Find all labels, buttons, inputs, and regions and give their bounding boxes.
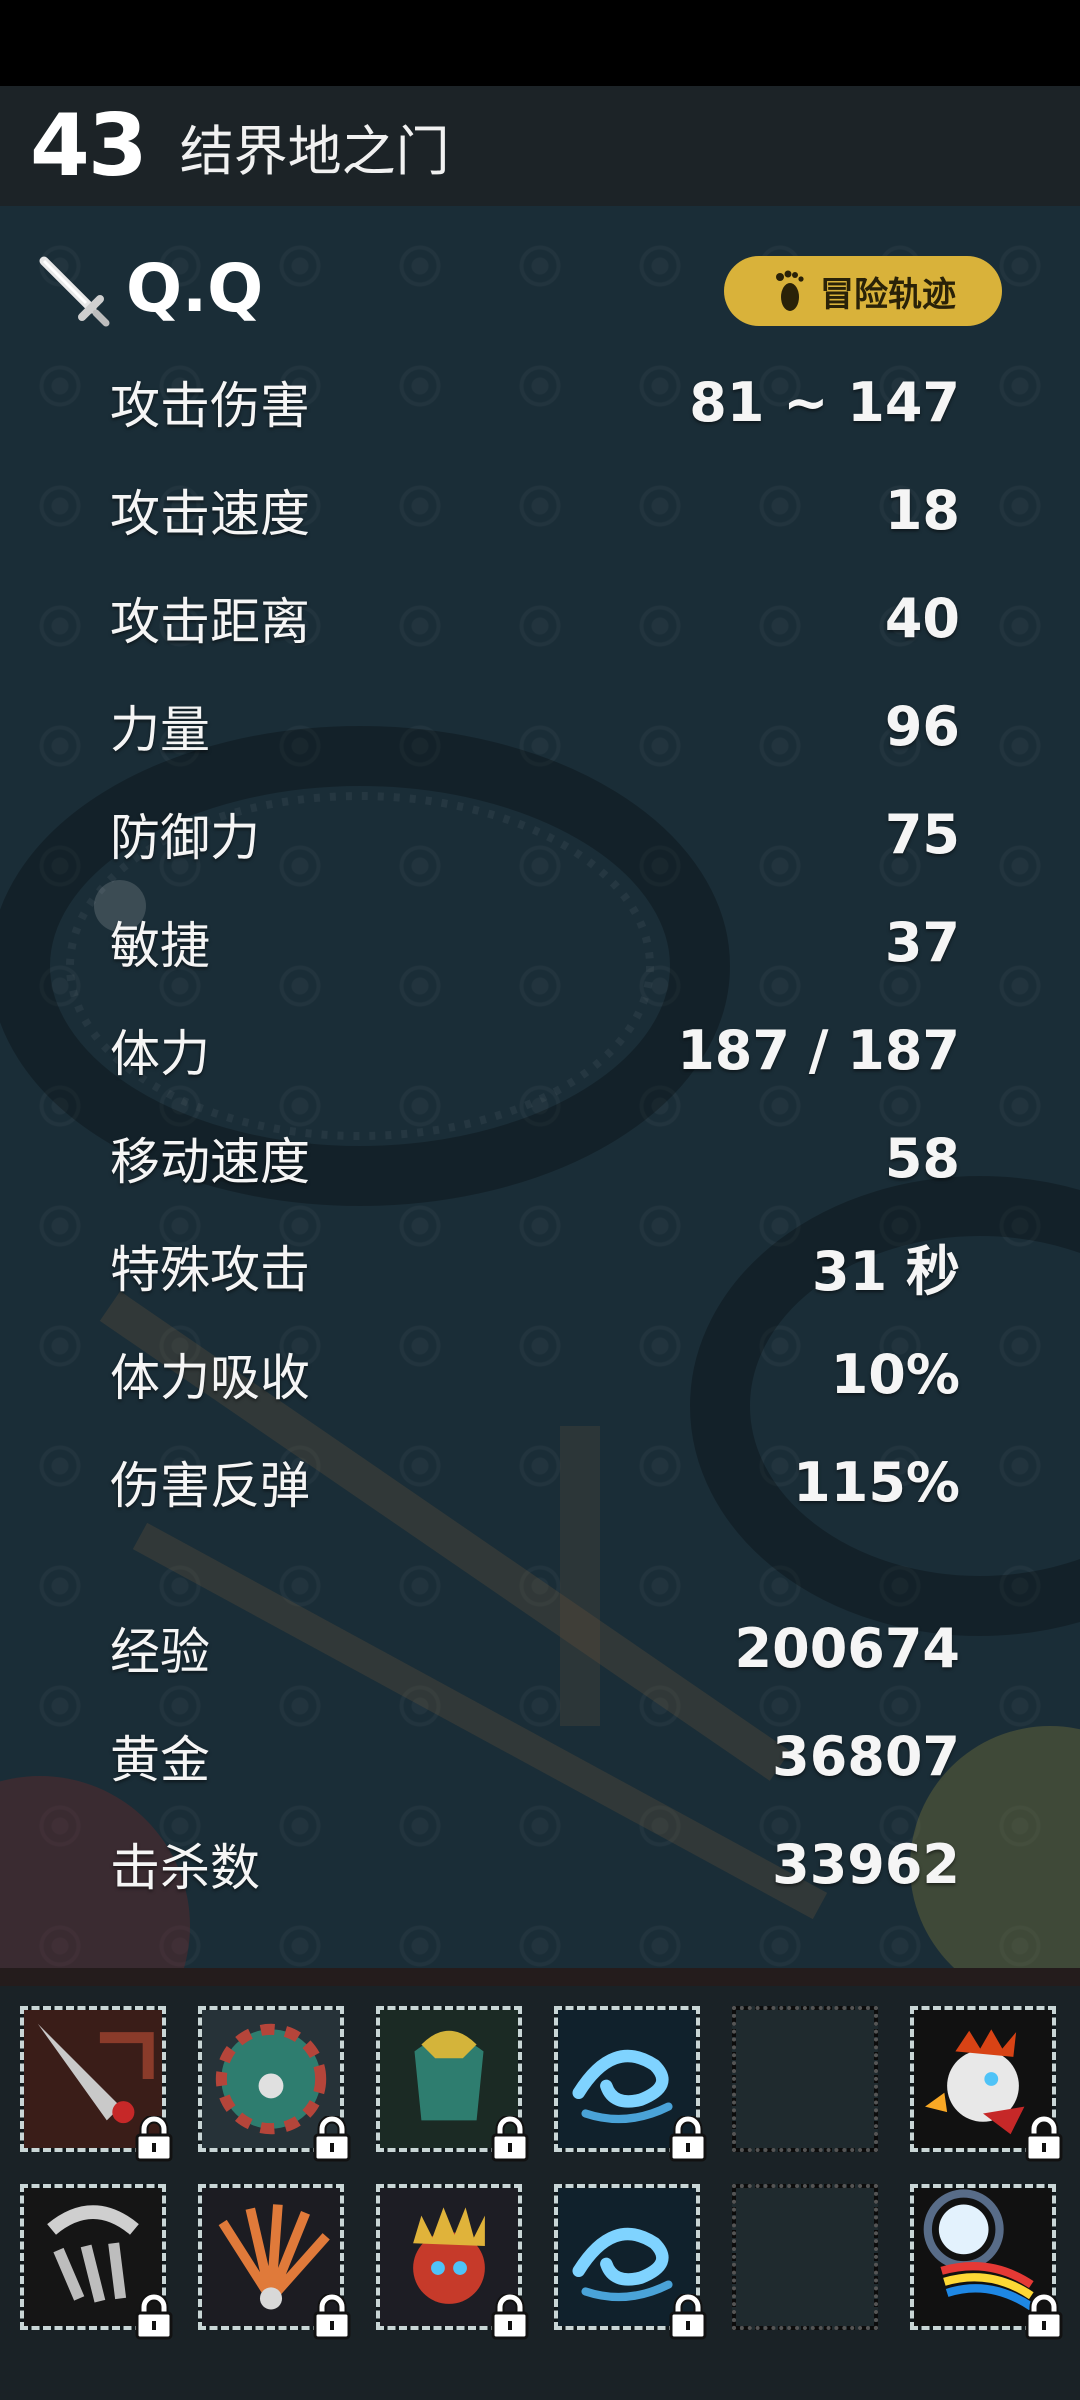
total-label: 经验 bbox=[110, 1623, 210, 1681]
skill-slot[interactable] bbox=[376, 2184, 529, 2340]
lock-icon bbox=[669, 2116, 707, 2162]
total-label: 击杀数 bbox=[110, 1839, 260, 1897]
stat-row: 攻击速度 18 bbox=[110, 456, 960, 564]
lock-icon bbox=[135, 2294, 173, 2340]
stat-row: 攻击距离 40 bbox=[110, 564, 960, 672]
total-label: 黄金 bbox=[110, 1731, 210, 1789]
sword-icon bbox=[39, 256, 110, 326]
skill-slot[interactable] bbox=[910, 2006, 1063, 2162]
skill-slot[interactable] bbox=[910, 2184, 1063, 2340]
player-name: Q.Q bbox=[126, 250, 264, 327]
stat-value: 75 bbox=[884, 802, 960, 866]
stat-label: 攻击速度 bbox=[110, 485, 310, 543]
skill-slot[interactable] bbox=[554, 2006, 707, 2162]
stat-value: 31 秒 bbox=[812, 1239, 960, 1303]
stat-row: 体力吸收 10% bbox=[110, 1320, 960, 1428]
skill-slot[interactable] bbox=[20, 2184, 173, 2340]
stat-row: 体力 187 / 187 bbox=[110, 996, 960, 1104]
empty-skill-slot[interactable] bbox=[732, 2184, 878, 2330]
stat-label: 体力 bbox=[110, 1025, 210, 1083]
stat-label: 攻击伤害 bbox=[110, 377, 310, 435]
stat-value: 58 bbox=[884, 1126, 960, 1190]
total-row: 击杀数 33962 bbox=[110, 1810, 960, 1918]
stat-row: 移动速度 58 bbox=[110, 1104, 960, 1212]
adventure-trail-button[interactable]: 冒险轨迹 bbox=[724, 256, 1002, 326]
lock-icon bbox=[313, 2116, 351, 2162]
stat-value: 96 bbox=[884, 694, 960, 758]
empty-skill-slot[interactable] bbox=[732, 2006, 878, 2152]
stat-value: 40 bbox=[884, 586, 960, 650]
skill-slot[interactable] bbox=[198, 2184, 351, 2340]
total-row: 黄金 36807 bbox=[110, 1702, 960, 1810]
divider bbox=[0, 1968, 1080, 1986]
stat-label: 伤害反弹 bbox=[110, 1457, 310, 1515]
stat-label: 敏捷 bbox=[110, 917, 210, 975]
lock-icon bbox=[1025, 2116, 1063, 2162]
status-bar bbox=[0, 0, 1080, 86]
lock-icon bbox=[491, 2294, 529, 2340]
stat-value: 37 bbox=[884, 910, 960, 974]
skill-slot[interactable] bbox=[20, 2006, 173, 2162]
stat-row: 敏捷 37 bbox=[110, 888, 960, 996]
stat-label: 力量 bbox=[110, 701, 210, 759]
adventure-trail-label: 冒险轨迹 bbox=[820, 274, 956, 315]
character-stats-panel: Q.Q 冒险轨迹 攻击伤害 81 ~ 147 攻击速度 18 攻击距离 40 力量 96 防御力… bbox=[0, 206, 1080, 1968]
skill-slot[interactable] bbox=[376, 2006, 529, 2162]
stat-value: 10% bbox=[830, 1342, 960, 1406]
level-header: 43 结界地之门 bbox=[0, 86, 1080, 206]
stat-label: 攻击距离 bbox=[110, 593, 310, 651]
lock-icon bbox=[313, 2294, 351, 2340]
stat-row: 防御力 75 bbox=[110, 780, 960, 888]
lock-icon bbox=[135, 2116, 173, 2162]
stat-label: 体力吸收 bbox=[110, 1349, 310, 1407]
player-info: Q.Q bbox=[34, 250, 263, 327]
level-number: 43 bbox=[30, 96, 148, 196]
stat-row: 力量 96 bbox=[110, 672, 960, 780]
stat-value: 18 bbox=[884, 478, 960, 542]
stat-row: 特殊攻击 31 秒 bbox=[110, 1212, 960, 1320]
lock-icon bbox=[1025, 2294, 1063, 2340]
lock-icon bbox=[669, 2294, 707, 2340]
stat-label: 防御力 bbox=[110, 809, 260, 867]
lock-icon bbox=[491, 2116, 529, 2162]
stat-label: 移动速度 bbox=[110, 1133, 310, 1191]
total-value: 200674 bbox=[734, 1616, 960, 1680]
stat-value: 187 / 187 bbox=[677, 1018, 960, 1082]
stat-value: 115% bbox=[793, 1450, 960, 1514]
stat-label: 特殊攻击 bbox=[110, 1241, 310, 1299]
skill-slot[interactable] bbox=[554, 2184, 707, 2340]
total-row: 经验 200674 bbox=[110, 1594, 960, 1702]
skill-slot-grid bbox=[0, 1986, 1080, 2400]
level-title: 结界地之门 bbox=[179, 119, 450, 183]
total-value: 36807 bbox=[772, 1724, 960, 1788]
stat-value: 81 ~ 147 bbox=[689, 370, 960, 434]
footprint-icon bbox=[776, 270, 804, 311]
stat-row: 攻击伤害 81 ~ 147 bbox=[110, 348, 960, 456]
skill-slot[interactable] bbox=[198, 2006, 351, 2162]
stat-row: 伤害反弹 115% bbox=[110, 1428, 960, 1536]
total-value: 33962 bbox=[772, 1832, 960, 1896]
